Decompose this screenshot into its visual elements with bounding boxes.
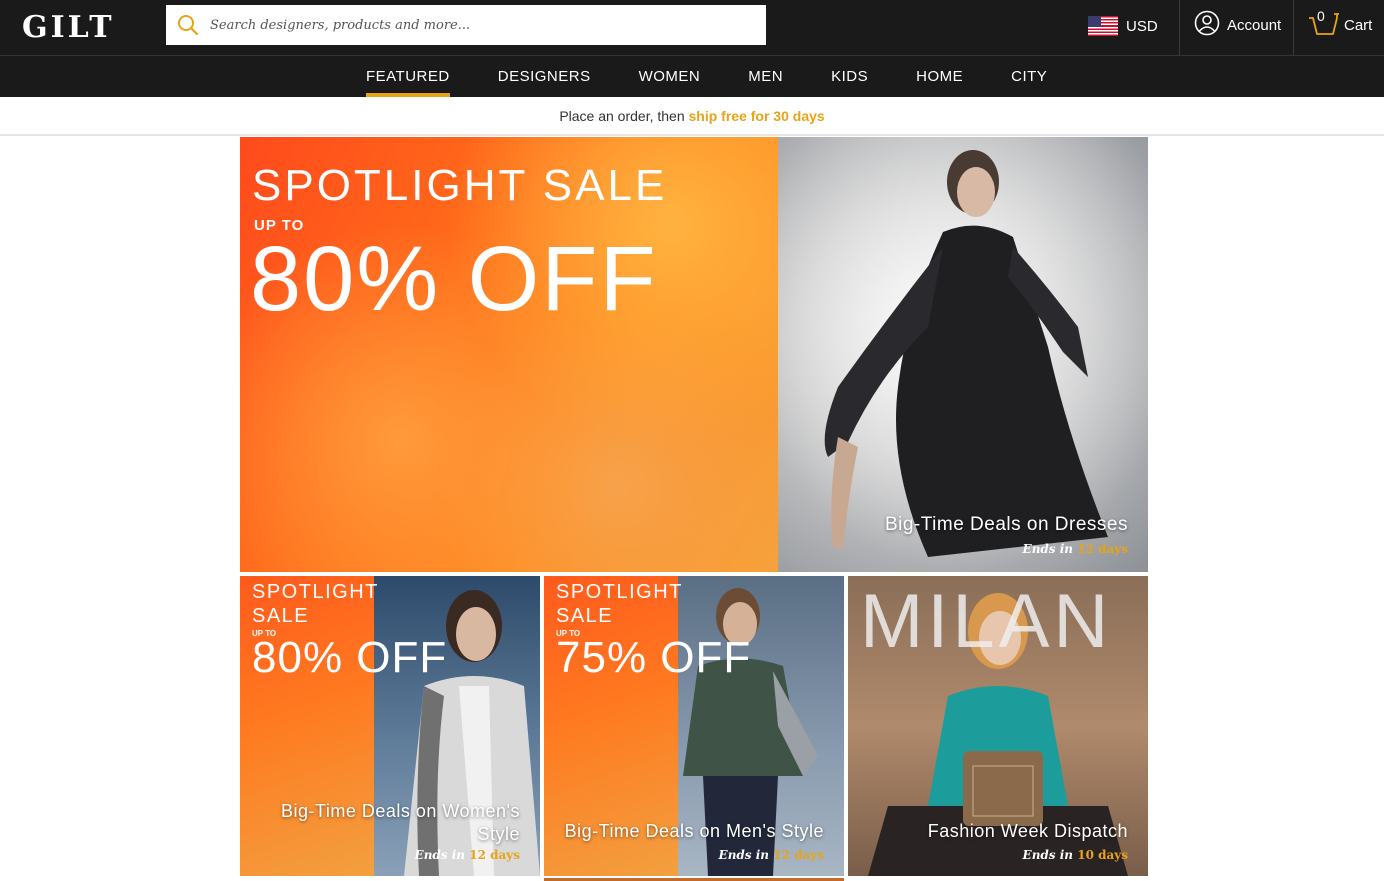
nav-item-city[interactable]: CITY — [987, 56, 1071, 97]
tile-title: Fashion Week Dispatch — [927, 821, 1128, 841]
nav-item-women[interactable]: WOMEN — [615, 56, 725, 97]
account-label: Account — [1227, 16, 1282, 34]
search-icon[interactable] — [166, 5, 210, 45]
us-flag-icon — [1088, 16, 1118, 36]
promo-highlight-link[interactable]: ship free for 30 days — [689, 108, 825, 124]
hero-caption: Big-Time Deals on Dresses Ends in 12 day… — [885, 514, 1128, 556]
tile-sale-text: SPOTLIGHT SALE UP TO 80% OFF — [252, 580, 448, 682]
tile-ends: Ends in 12 days — [565, 848, 824, 862]
cart-label: Cart — [1344, 16, 1373, 34]
tile-ends: Ends in 10 days — [928, 848, 1128, 862]
tile-discount: 75% OFF — [556, 633, 752, 682]
search-bar[interactable] — [166, 5, 766, 45]
nav-item-home[interactable]: HOME — [892, 56, 987, 97]
header-divider — [1179, 0, 1180, 55]
tile-caption: Big-Time Deals on Men's Style Ends in 12… — [565, 821, 824, 862]
promo-text: Place an order, then — [559, 108, 685, 124]
ends-label: Ends in — [1022, 848, 1074, 862]
tile-title: Big-Time Deals on Women's Style — [280, 801, 520, 844]
hero-title: Big-Time Deals on Dresses — [884, 514, 1128, 535]
currency-selector[interactable]: USD — [1088, 15, 1158, 37]
main-nav: FEATURED DESIGNERS WOMEN MEN KIDS HOME C… — [0, 55, 1384, 97]
nav-item-featured[interactable]: FEATURED — [342, 56, 474, 97]
cart-icon: 0 — [1308, 8, 1340, 40]
tile-line2: SALE — [252, 605, 310, 627]
tile-caption: Big-Time Deals on Women's Style Ends in … — [260, 800, 520, 862]
search-input[interactable] — [210, 6, 766, 44]
account-icon — [1194, 10, 1220, 40]
hero-discount: 80% OFF — [250, 228, 658, 330]
hero-sale-banner[interactable]: SPOTLIGHT SALE UP TO 80% OFF Big-Time De… — [240, 137, 1148, 572]
model-figure-image — [778, 137, 1148, 572]
nav-item-men[interactable]: MEN — [724, 56, 807, 97]
hero-headline: SPOTLIGHT SALE — [252, 161, 668, 210]
hero-ends: Ends in 12 days — [885, 542, 1128, 556]
currency-label: USD — [1126, 17, 1158, 35]
tile-milan-dispatch[interactable]: MILAN Fashion Week Dispatch Ends in 10 d… — [848, 576, 1148, 876]
tile-mens-sale[interactable]: SPOTLIGHT SALE UP TO 75% OFF Big-Time De… — [544, 576, 844, 876]
gilt-logo[interactable]: GILT — [22, 10, 115, 45]
cart-count: 0 — [1317, 8, 1325, 24]
tile-caption: Fashion Week Dispatch Ends in 10 days — [928, 821, 1128, 862]
tile-line1: SPOTLIGHT — [252, 581, 379, 603]
tile-title: Big-Time Deals on Men's Style — [564, 821, 824, 841]
tile-sale-text: SPOTLIGHT SALE UP TO 75% OFF — [556, 580, 752, 682]
top-header: GILT USD Account — [0, 0, 1384, 55]
ends-value: 12 days — [469, 848, 520, 862]
milan-wordmark: MILAN — [860, 579, 1113, 664]
ends-label: Ends in — [718, 848, 770, 862]
account-link[interactable]: Account — [1194, 10, 1282, 40]
cart-link[interactable]: 0 Cart — [1308, 8, 1373, 40]
hero-model-image — [778, 137, 1148, 572]
ends-value: 12 days — [1077, 542, 1128, 556]
tile-line1: SPOTLIGHT — [556, 581, 683, 603]
ends-value: 10 days — [1077, 848, 1128, 862]
nav-item-designers[interactable]: DESIGNERS — [474, 56, 615, 97]
ends-label: Ends in — [414, 848, 466, 862]
nav-item-kids[interactable]: KIDS — [807, 56, 892, 97]
tile-ends: Ends in 12 days — [260, 848, 520, 862]
promo-banner: Place an order, then ship free for 30 da… — [0, 97, 1384, 136]
tile-womens-sale[interactable]: SPOTLIGHT SALE UP TO 80% OFF Big-Time De… — [240, 576, 540, 876]
ends-value: 12 days — [773, 848, 824, 862]
header-divider — [1293, 0, 1294, 55]
tile-discount: 80% OFF — [252, 633, 448, 682]
ends-label: Ends in — [1022, 542, 1074, 556]
tile-line2: SALE — [556, 605, 614, 627]
